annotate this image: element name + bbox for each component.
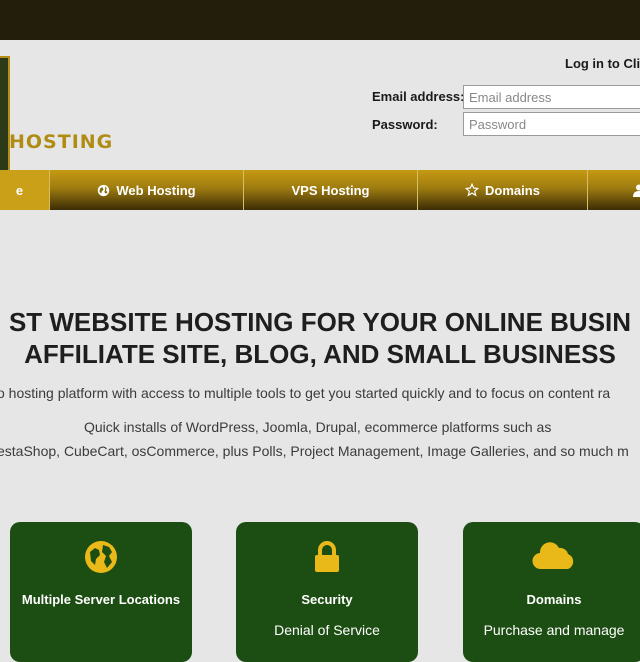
logo-mark-icon[interactable] [0, 56, 10, 172]
nav-item-vps-hosting[interactable]: VPS Hosting [244, 170, 418, 210]
globe-icon [10, 540, 192, 574]
hero-title-line-2: AFFILIATE SITE, BLOG, AND SMALL BUSINESS [24, 339, 616, 369]
email-field[interactable] [463, 85, 640, 109]
email-label: Email address: [372, 89, 465, 104]
user-icon [633, 184, 640, 197]
client-login-link[interactable]: Log in to Cli [565, 56, 640, 71]
hero-apps-text: estaShop, CubeCart, osCommerce, plus Pol… [0, 443, 629, 459]
nav-item-web-hosting[interactable]: Web Hosting [50, 170, 244, 210]
nav-item-domains[interactable]: Domains [418, 170, 588, 210]
main-nav: e Web Hosting VPS Hosting Domains [0, 170, 640, 210]
card-title: Security [301, 592, 353, 607]
cloud-icon [463, 540, 640, 570]
nav-item-label: VPS Hosting [291, 182, 370, 198]
top-bar [0, 0, 640, 40]
star-icon [465, 183, 480, 197]
logo-text[interactable]: HOSTING [9, 131, 113, 153]
hero-title-line-1: ST WEBSITE HOSTING FOR YOUR ONLINE BUSIN [8, 307, 632, 337]
card-subtitle: Denial of Service [274, 622, 380, 638]
nav-item-home[interactable]: e [0, 170, 50, 210]
password-label: Password: [372, 117, 438, 132]
globe-icon [97, 184, 110, 197]
nav-item-label: Web Hosting [116, 182, 196, 198]
feature-card-server-locations: Multiple Server Locations [10, 522, 192, 662]
password-field[interactable] [463, 112, 640, 136]
nav-item-label: e [15, 182, 24, 198]
hero-intro-text: o hosting platform with access to multip… [0, 385, 611, 401]
site-header: HOSTING Log in to Cli Email address: Pas… [0, 40, 640, 172]
card-subtitle: Purchase and manage [483, 622, 625, 638]
hero-installs-text: Quick installs of WordPress, Joomla, Dru… [84, 419, 552, 435]
card-title: Domains [526, 592, 582, 607]
lock-icon [236, 540, 418, 574]
card-title: Multiple Server Locations [21, 592, 181, 607]
nav-item-account[interactable] [588, 170, 640, 210]
nav-item-label: Domains [485, 182, 540, 198]
feature-card-domains: Domains Purchase and manage [463, 522, 640, 662]
feature-card-security: Security Denial of Service [236, 522, 418, 662]
